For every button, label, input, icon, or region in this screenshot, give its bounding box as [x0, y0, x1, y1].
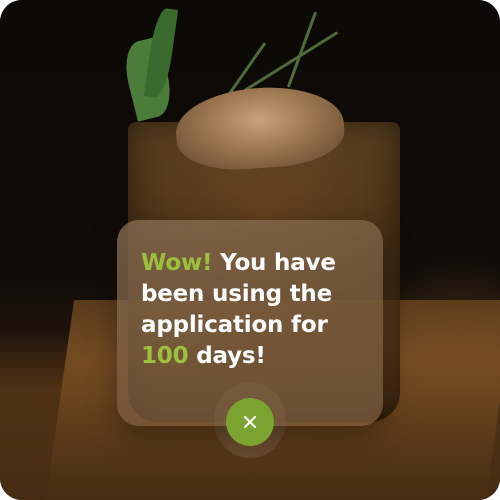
- achievement-popup: Wow! You have been using the application…: [117, 220, 383, 426]
- close-icon: [244, 416, 256, 428]
- app-screen: Wow! You have been using the application…: [0, 0, 500, 500]
- message-highlight-wow: Wow!: [141, 250, 213, 276]
- achievement-message: Wow! You have been using the application…: [141, 248, 371, 372]
- message-highlight-count: 100: [141, 343, 189, 369]
- message-text-end: days!: [188, 343, 266, 369]
- close-button[interactable]: [226, 398, 274, 446]
